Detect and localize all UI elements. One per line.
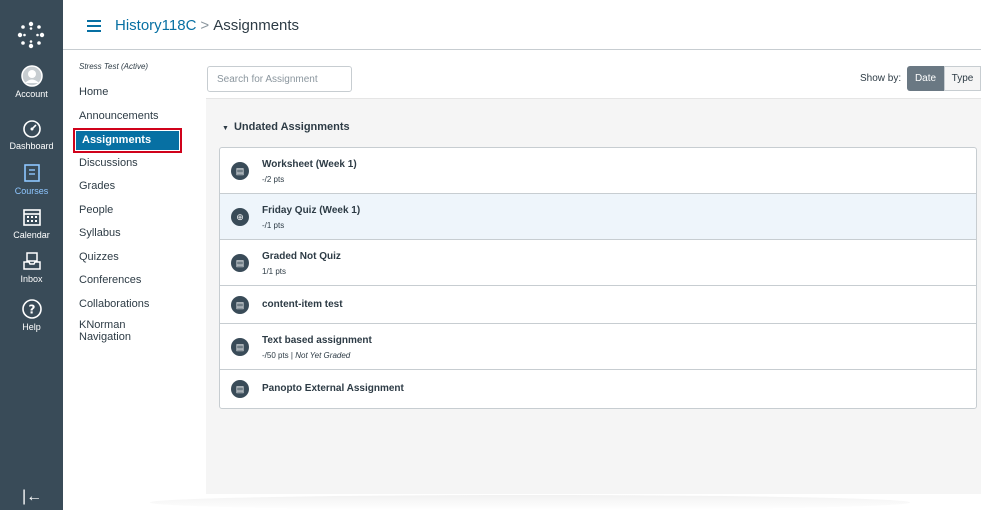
assignment-icon: ▤ [231,380,249,398]
caret-down-icon: ▼ [222,125,229,132]
calendar-icon [22,209,41,226]
assignment-points-wrap: -/50 pts | Not Yet Graded [262,351,350,360]
svg-text:?: ? [28,303,35,317]
assignment-row[interactable]: ▤ Worksheet (Week 1) -/2 pts [220,148,976,194]
assignment-title[interactable]: Text based assignment [262,335,372,346]
show-by-date-button[interactable]: Date [907,66,944,91]
page-header: History118C > Assignments [63,0,981,50]
footer-shadow [150,495,910,510]
assignment-icon: ▤ [231,254,249,272]
assignment-group-title: Undated Assignments [233,121,350,133]
assignment-points: -/50 pts [262,351,289,360]
hamburger-icon[interactable] [87,20,101,35]
assignment-row[interactable]: ▤ content-item test [220,286,976,324]
gnav-account-label: Account [15,89,48,99]
gnav-inbox[interactable]: Inbox [0,250,63,284]
course-nav-knorman-navigation[interactable]: KNorman Navigation [79,319,149,343]
assignment-list: ▤ Worksheet (Week 1) -/2 pts ⊕ Friday Qu… [219,147,977,409]
grading-status: Not Yet Graded [295,351,351,360]
course-nav-announcements[interactable]: Announcements [79,108,189,132]
quiz-icon: ⊕ [231,208,249,226]
breadcrumb: History118C > Assignments [115,17,299,34]
breadcrumb-page: Assignments [213,17,300,34]
gnav-inbox-label: Inbox [20,274,43,284]
search-input[interactable]: Search for Assignment [207,66,352,92]
breadcrumb-separator: > [200,17,210,34]
points-separator: | [290,351,293,360]
gnav-help-label: Help [22,322,41,332]
course-nav-quizzes[interactable]: Quizzes [79,249,189,273]
inbox-icon [22,252,41,270]
course-nav-conferences[interactable]: Conferences [79,272,189,296]
gnav-dashboard[interactable]: Dashboard [0,117,63,151]
course-status: Stress Test (Active) [79,62,149,71]
assignment-row[interactable]: ▤ Panopto External Assignment [220,370,976,408]
global-nav: Account Dashboard Courses Calendar Inbox… [0,0,63,510]
collapse-nav-icon[interactable]: |← [22,488,42,506]
dashboard-icon [22,120,41,138]
assignment-title[interactable]: Friday Quiz (Week 1) [262,205,360,216]
assignment-title[interactable]: content-item test [262,299,343,310]
assignment-title[interactable]: Worksheet (Week 1) [262,159,357,170]
assignment-row[interactable]: ▤ Text based assignment -/50 pts | Not Y… [220,324,976,370]
courses-icon [23,164,40,182]
course-nav: Stress Test (Active) Home Announcements … [73,62,189,343]
course-nav-people[interactable]: People [79,202,189,226]
gnav-help[interactable]: ? Help [0,298,63,332]
gnav-courses[interactable]: Courses [0,162,63,196]
assignments-panel: ▼ Undated Assignments ▤ Worksheet (Week 1… [206,98,981,494]
assignment-icon: ▤ [231,162,249,180]
breadcrumb-course[interactable]: History118C [115,17,196,34]
account-icon [20,65,43,87]
course-nav-home[interactable]: Home [79,84,189,108]
show-by-label: Show by: [860,73,902,84]
course-nav-collaborations[interactable]: Collaborations [79,296,189,320]
assignment-points: -/2 pts [262,175,285,184]
gnav-dashboard-label: Dashboard [9,141,54,151]
course-nav-grades[interactable]: Grades [79,178,189,202]
canvas-logo-icon[interactable] [16,20,46,50]
show-by-type-button[interactable]: Type [944,66,981,91]
course-nav-syllabus[interactable]: Syllabus [79,225,189,249]
assignment-group-header[interactable]: ▼ Undated Assignments [222,121,350,133]
assignment-points: -/1 pts [262,221,285,230]
assignment-row[interactable]: ▤ Graded Not Quiz 1/1 pts [220,240,976,286]
assignment-icon: ▤ [231,296,249,314]
course-nav-assignments[interactable]: Assignments [73,128,182,153]
gnav-calendar[interactable]: Calendar [0,206,63,240]
assignment-row[interactable]: ⊕ Friday Quiz (Week 1) -/1 pts [220,194,976,240]
course-nav-discussions[interactable]: Discussions [79,155,189,179]
assignment-title[interactable]: Graded Not Quiz [262,251,341,262]
assignment-title[interactable]: Panopto External Assignment [262,383,404,394]
gnav-courses-label: Courses [14,186,49,196]
assignment-points: 1/1 pts [262,267,287,276]
gnav-calendar-label: Calendar [13,230,50,240]
assignment-icon: ▤ [231,338,249,356]
gnav-account[interactable]: Account [0,65,63,99]
help-icon: ? [21,299,42,319]
